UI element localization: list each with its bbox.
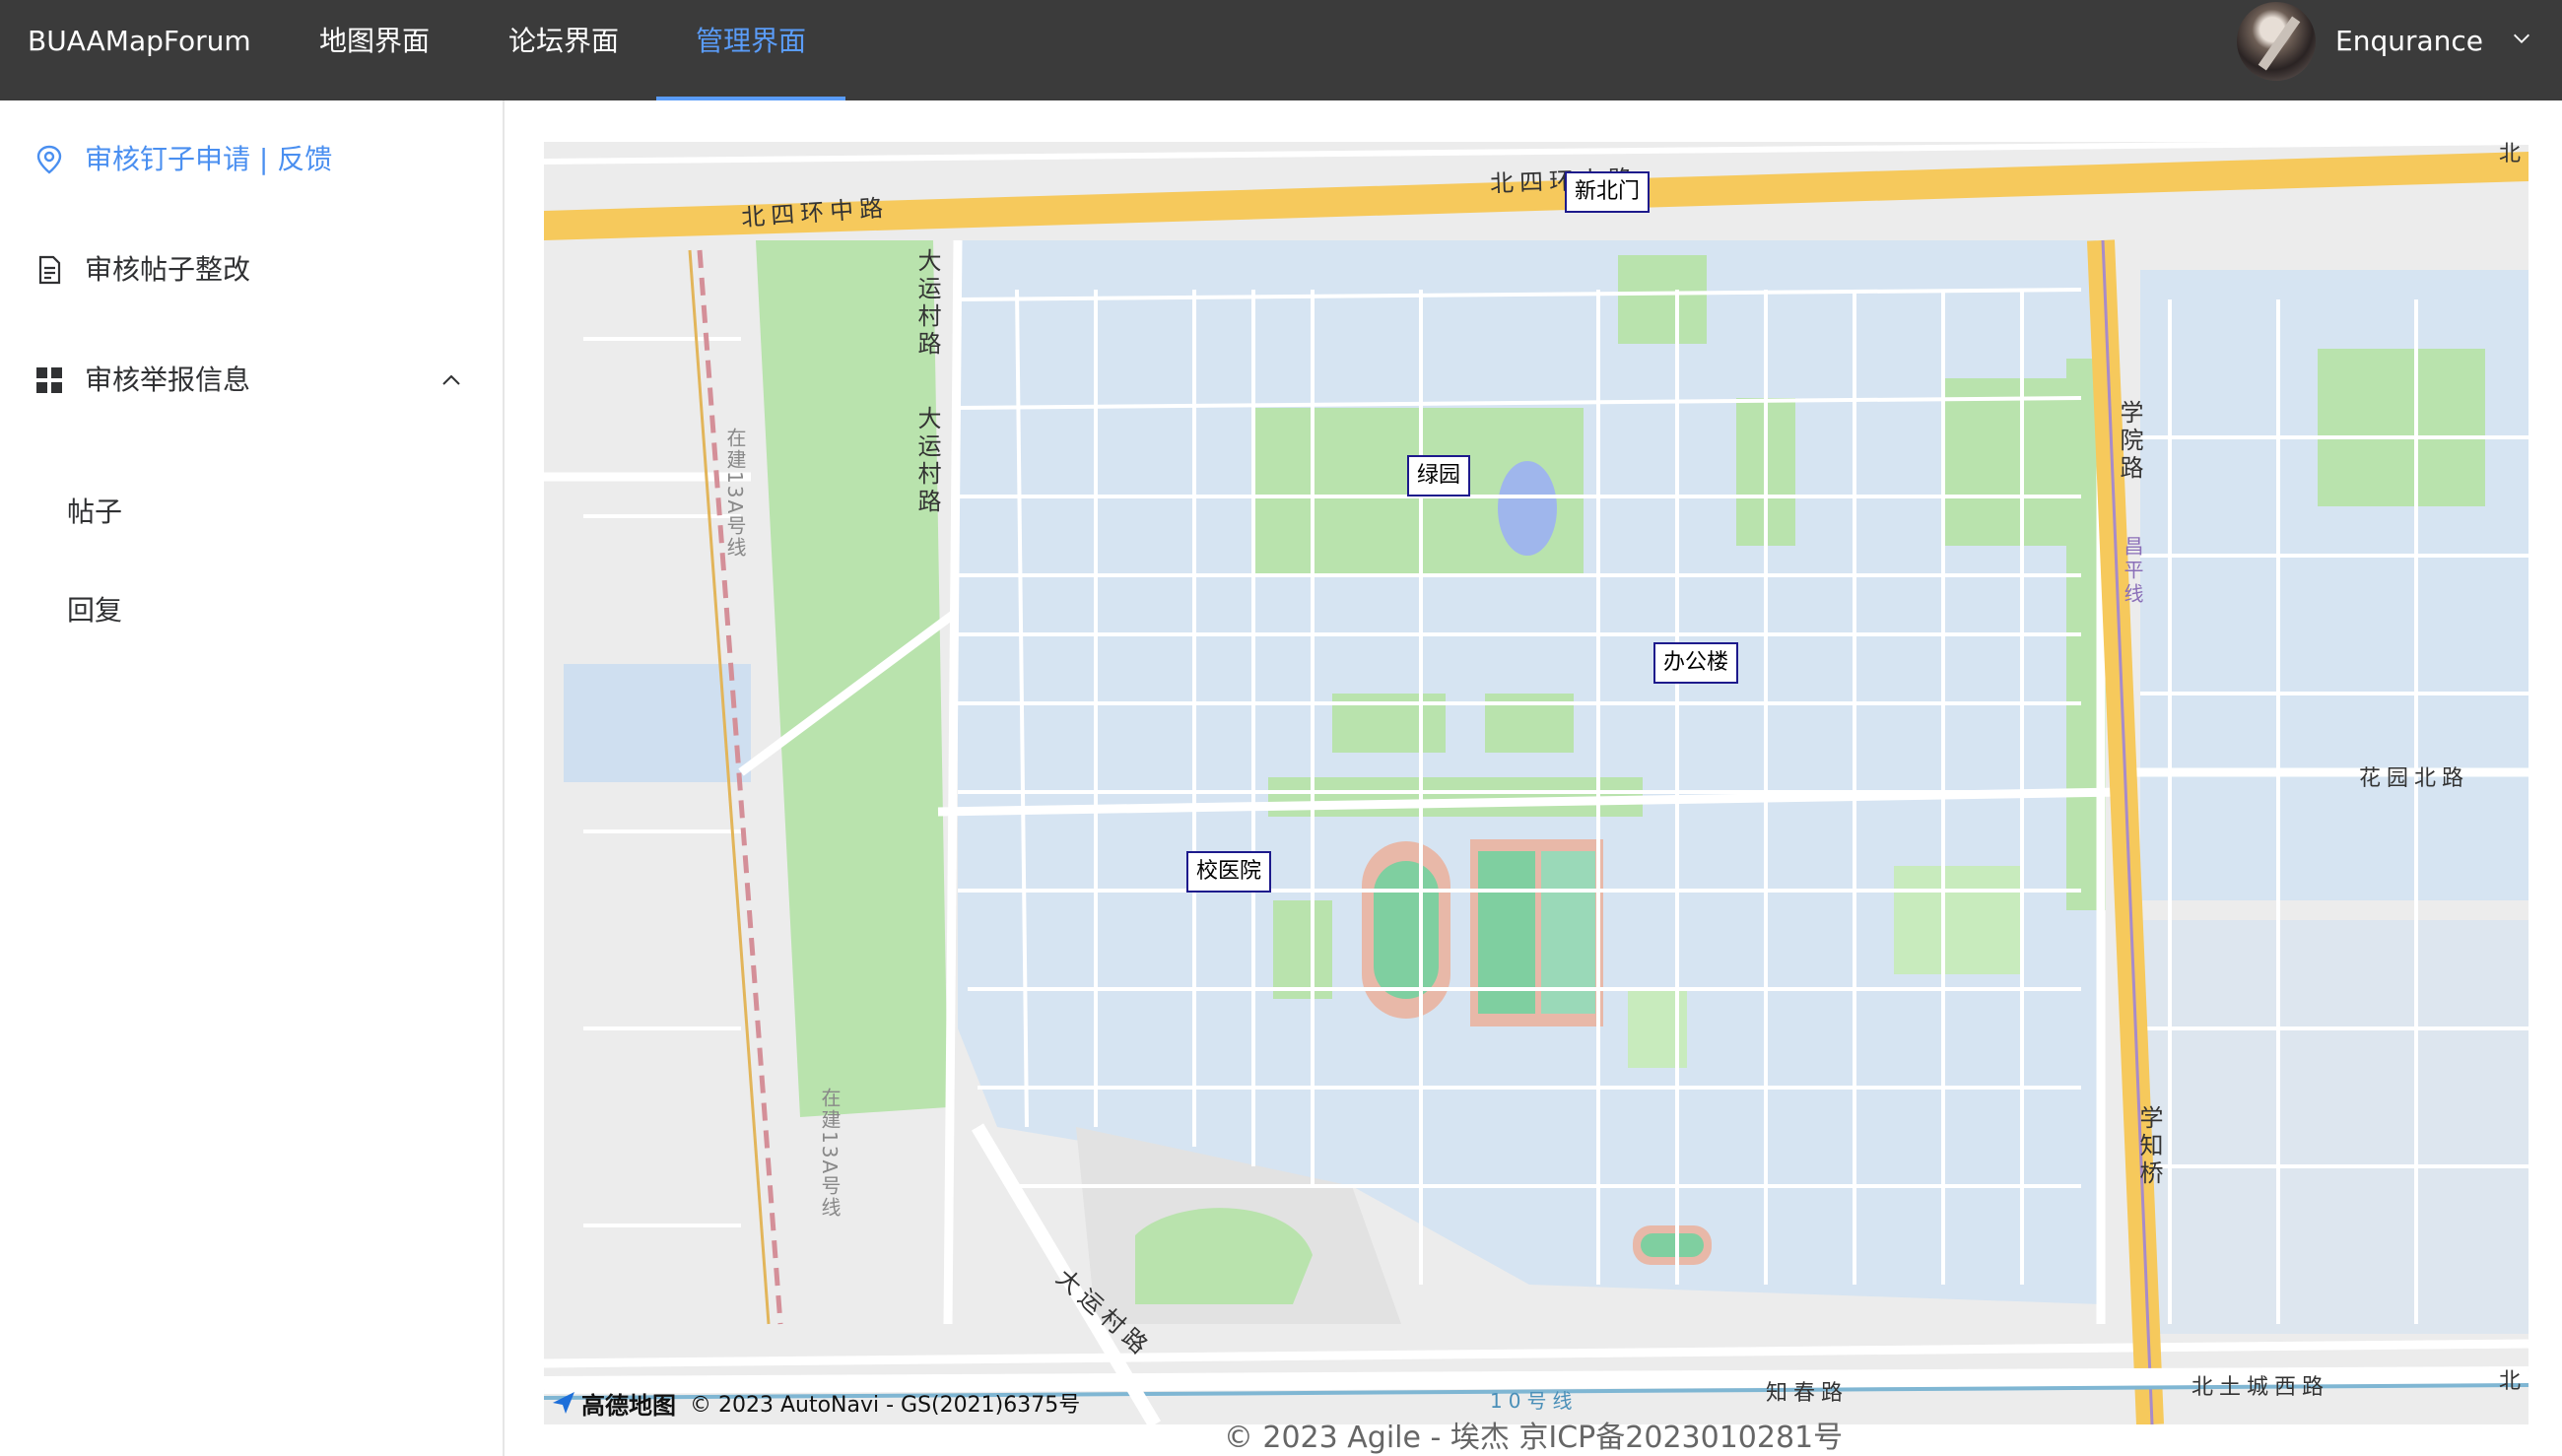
- map-marker-office-building[interactable]: 办公楼: [1653, 642, 1739, 684]
- amap-logo[interactable]: 高德地图: [550, 1386, 676, 1421]
- road-label: 北: [2499, 1369, 2528, 1394]
- navigation-arrow-icon: [553, 1392, 574, 1414]
- road-label: 北: [2499, 142, 2528, 166]
- road-label: 大运村路: [913, 406, 941, 516]
- user-menu[interactable]: Enqurance: [2237, 0, 2562, 99]
- footer-copyright: © 2023 Agile - 埃杰 京ICP备2023010281号: [1223, 1421, 1844, 1455]
- tab-map[interactable]: 地图界面: [296, 0, 453, 100]
- amap-logo-text: 高德地图: [581, 1391, 676, 1420]
- top-navbar: BUAAMapForum 地图界面 论坛界面 管理界面 Enqurance: [0, 0, 2562, 100]
- tab-forum[interactable]: 论坛界面: [485, 0, 642, 100]
- sidebar-item-pin-review[interactable]: 审核钉子申请 | 反馈: [0, 110, 503, 209]
- username[interactable]: Enqurance: [2335, 0, 2483, 83]
- tab-admin[interactable]: 管理界面: [656, 0, 845, 100]
- sidebar-subitem-replies[interactable]: 回复: [0, 562, 503, 660]
- road-label: 在建13A号线: [818, 1088, 842, 1220]
- sidebar-subitem-posts[interactable]: 帖子: [0, 463, 503, 562]
- sidebar-item-label: 审核帖子整改: [85, 253, 251, 286]
- map-attribution: 高德地图 © 2023 AutoNavi - GS(2021)6375号: [550, 1385, 1080, 1421]
- road-label: 北土城西路: [2191, 1375, 2330, 1400]
- brand-logo[interactable]: BUAAMapForum: [28, 0, 251, 99]
- chevron-up-icon[interactable]: [439, 368, 463, 392]
- document-icon: [38, 255, 61, 285]
- road-label: 花园北路: [2359, 766, 2470, 791]
- sidebar-item-post-rectify[interactable]: 审核帖子整改: [0, 221, 503, 319]
- sidebar-item-report-review[interactable]: 审核举报信息: [0, 331, 503, 430]
- sidebar-item-label: 审核钉子申请 | 反馈: [85, 143, 333, 175]
- sidebar-item-label: 审核举报信息: [85, 364, 251, 396]
- sidebar-subitem-label: 回复: [67, 594, 123, 627]
- road-label: 在建13A号线: [723, 428, 747, 560]
- location-pin-icon: [36, 145, 62, 174]
- road-label: 昌平线: [2121, 536, 2144, 607]
- map-marker-hospital[interactable]: 校医院: [1186, 851, 1272, 893]
- map-canvas[interactable]: [544, 142, 2528, 1424]
- map-copyright: © 2023 AutoNavi - GS(2021)6375号: [690, 1393, 1081, 1418]
- campus-map[interactable]: 北四环中路 北四环中路 大运村路 大运村路 大运村路 在建13A号线 在建13A…: [544, 142, 2528, 1424]
- avatar[interactable]: [2237, 2, 2316, 81]
- road-label: 学院路: [2116, 400, 2143, 483]
- road-label: 知春路: [1766, 1381, 1850, 1406]
- map-marker-north-gate[interactable]: 新北门: [1565, 171, 1651, 213]
- chevron-down-icon[interactable]: [2511, 28, 2532, 49]
- road-label: 10号线: [1490, 1389, 1579, 1413]
- grid-icon: [36, 367, 62, 393]
- sidebar-subitem-label: 帖子: [67, 496, 123, 528]
- road-label: 学知桥: [2135, 1105, 2163, 1188]
- road-label: 大运村路: [913, 248, 941, 359]
- sidebar: 审核钉子申请 | 反馈 审核帖子整改 审核举报信息 帖子 回复: [0, 100, 505, 1456]
- map-marker-green-park[interactable]: 绿园: [1407, 455, 1471, 496]
